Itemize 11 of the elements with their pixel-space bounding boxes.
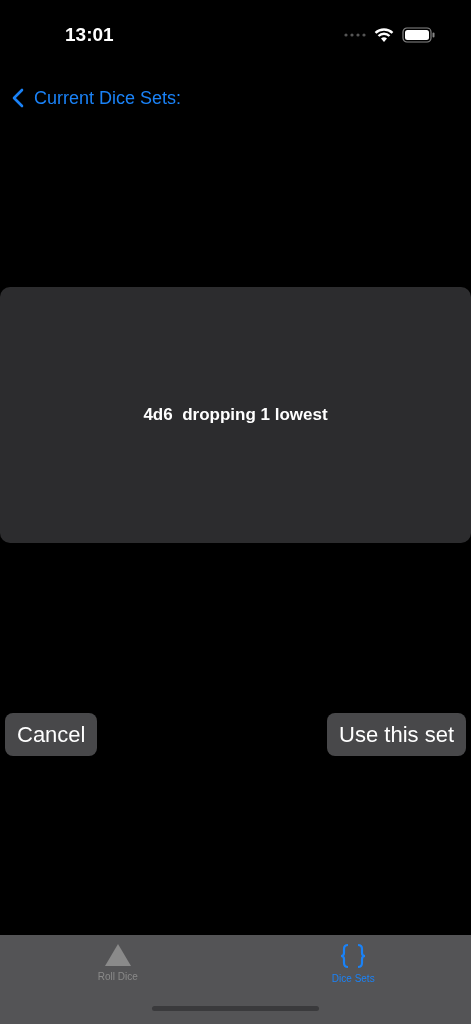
status-time: 13:01: [65, 24, 114, 46]
battery-icon: [402, 27, 435, 43]
dice-set-description: 4d6 dropping 1 lowest: [143, 405, 328, 425]
back-button[interactable]: Current Dice Sets:: [12, 87, 182, 109]
triangle-icon: [103, 943, 132, 967]
chevron-left-icon: [12, 88, 24, 108]
action-button[interactable]: Cancel: [5, 713, 98, 756]
action-button[interactable]: Use this set: [327, 713, 466, 756]
wifi-icon: [374, 27, 394, 43]
braces-icon: [340, 943, 367, 969]
signal-icon: [344, 33, 366, 37]
